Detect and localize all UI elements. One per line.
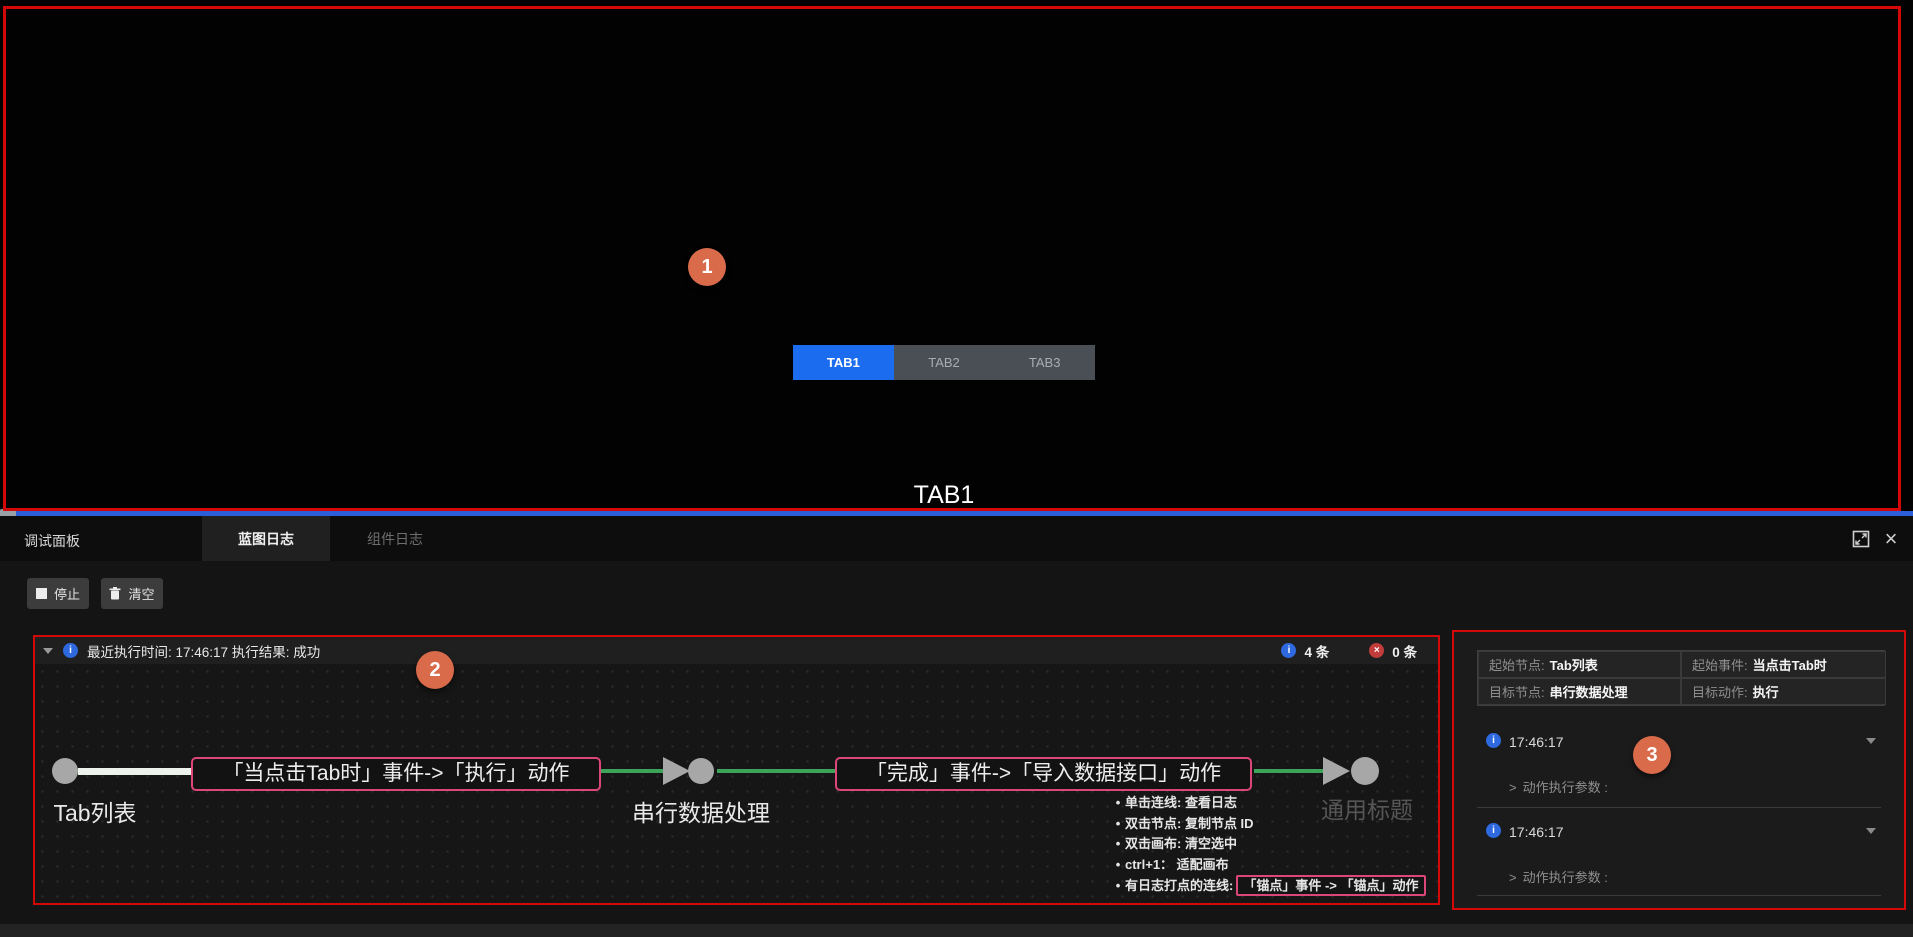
flow-arrowhead-icon bbox=[663, 757, 690, 785]
clear-button-label: 清空 bbox=[128, 587, 155, 602]
preview-stage: TAB1 TAB2 TAB3 TAB1 bbox=[0, 0, 1913, 511]
legend-edge-sample-box: 「锚点」事件 -> 「锚点」动作 bbox=[1236, 875, 1426, 896]
debug-panel-header: 调试面板 蓝图日志 组件日志 × bbox=[0, 516, 1913, 561]
blueprint-log-card: i 最近执行时间: 17:46:17 执行结果: 成功 i 4 条 × 0 条 … bbox=[35, 637, 1439, 903]
flow-node-mid-port[interactable] bbox=[688, 758, 714, 784]
stage-tab-3[interactable]: TAB3 bbox=[994, 345, 1095, 380]
flow-edge-segment[interactable] bbox=[601, 769, 663, 773]
table-cell-target-node: 目标节点: 串行数据处理 bbox=[1478, 678, 1681, 705]
trash-icon bbox=[109, 587, 121, 600]
flow-edge2-label[interactable]: 「完成」事件->「导入数据接口」动作 bbox=[835, 757, 1252, 791]
entry-collapse-caret-icon[interactable] bbox=[1866, 828, 1876, 834]
log-entry-time: 17:46:17 bbox=[1509, 824, 1564, 840]
table-cell-start-node: 起始节点: Tab列表 bbox=[1478, 651, 1681, 678]
canvas-legend: • 单击连线: 查看日志 • 双击节点: 复制节点 ID • 双击画布: 清空选中 •… bbox=[1111, 793, 1456, 897]
stop-button[interactable]: 停止 bbox=[27, 578, 89, 609]
edge-detail-table: 起始节点: Tab列表 起始事件: 当点击Tab时 目标节点: 串行数据处理 目标动作… bbox=[1477, 650, 1886, 706]
stage-tab-bar: TAB1 TAB2 TAB3 bbox=[793, 345, 1095, 380]
close-icon[interactable]: × bbox=[1881, 528, 1901, 550]
log-counts: i 4 条 × 0 条 bbox=[1271, 641, 1417, 661]
stage-tab-2[interactable]: TAB2 bbox=[894, 345, 995, 380]
stop-square-icon bbox=[35, 588, 47, 599]
tab-blueprint-log[interactable]: 蓝图日志 bbox=[202, 516, 330, 561]
tab-component-log[interactable]: 组件日志 bbox=[345, 516, 445, 561]
flow-node-end-port[interactable] bbox=[1351, 757, 1379, 785]
screen: TAB1 TAB2 TAB3 TAB1 调试面板 蓝图日志 组件日志 × 停止 bbox=[0, 0, 1913, 937]
flow-edge-segment[interactable] bbox=[78, 768, 191, 775]
info-count-icon: i bbox=[1281, 643, 1297, 658]
chevron-right-icon: > bbox=[1509, 870, 1517, 885]
chevron-right-icon: > bbox=[1509, 780, 1517, 795]
entry-divider bbox=[1477, 807, 1881, 808]
flow-node-start-port[interactable] bbox=[52, 758, 78, 784]
table-cell-target-action: 目标动作: 执行 bbox=[1681, 678, 1886, 705]
stage-caption: TAB1 bbox=[913, 481, 975, 509]
flow-arrowhead-icon bbox=[1323, 757, 1350, 785]
debug-panel: 调试面板 蓝图日志 组件日志 × 停止 清空 i 最近执行时间: 17:46:1… bbox=[0, 516, 1913, 924]
legend-item-logged-edge: • 有日志打点的连线: 「锚点」事件 -> 「锚点」动作 bbox=[1111, 875, 1456, 897]
info-icon: i bbox=[63, 643, 78, 658]
info-icon: i bbox=[1486, 733, 1501, 748]
table-cell-start-event: 起始事件: 当点击Tab时 bbox=[1681, 651, 1886, 678]
stage-tab-1[interactable]: TAB1 bbox=[793, 345, 894, 380]
entry-divider bbox=[1477, 895, 1881, 896]
clear-button[interactable]: 清空 bbox=[101, 578, 163, 609]
entry-params-expander[interactable]: > 动作执行参数 : bbox=[1509, 867, 1608, 886]
legend-item: • 双击节点: 复制节点 ID bbox=[1115, 815, 1254, 831]
flow-node-mid-label[interactable]: 串行数据处理 bbox=[621, 794, 781, 828]
entry-collapse-caret-icon[interactable] bbox=[1866, 738, 1876, 744]
legend-item: • 单击连线: 查看日志 bbox=[1115, 795, 1237, 810]
info-icon: i bbox=[1486, 823, 1501, 838]
flow-edge1-label[interactable]: 「当点击Tab时」事件->「执行」动作 bbox=[191, 757, 601, 791]
info-count: 4 条 bbox=[1304, 644, 1330, 660]
debug-panel-title: 调试面板 bbox=[24, 533, 80, 549]
edge-detail-card: 起始节点: Tab列表 起始事件: 当点击Tab时 目标节点: 串行数据处理 目标动作… bbox=[1452, 630, 1906, 910]
legend-item: • ctrl+1： 适配画布 bbox=[1115, 856, 1229, 872]
log-run-header: i 最近执行时间: 17:46:17 执行结果: 成功 i 4 条 × 0 条 bbox=[35, 637, 1439, 664]
error-count: 0 条 bbox=[1392, 644, 1417, 660]
error-count-icon: × bbox=[1369, 643, 1385, 658]
collapse-caret-icon[interactable] bbox=[43, 647, 53, 654]
flow-edge-segment[interactable] bbox=[717, 769, 835, 773]
run-summary-text: 最近执行时间: 17:46:17 执行结果: 成功 bbox=[87, 644, 321, 660]
stop-button-label: 停止 bbox=[53, 587, 80, 602]
entry-params-expander[interactable]: > 动作执行参数 : bbox=[1509, 777, 1608, 796]
flow-edge-segment[interactable] bbox=[1254, 769, 1323, 773]
fullscreen-icon[interactable] bbox=[1851, 529, 1871, 549]
legend-item: • 双击画布: 清空选中 bbox=[1115, 836, 1237, 851]
bottom-bar bbox=[0, 924, 1913, 937]
log-entry-time: 17:46:17 bbox=[1509, 734, 1564, 750]
flow-node-start-label[interactable]: Tab列表 bbox=[20, 794, 170, 828]
